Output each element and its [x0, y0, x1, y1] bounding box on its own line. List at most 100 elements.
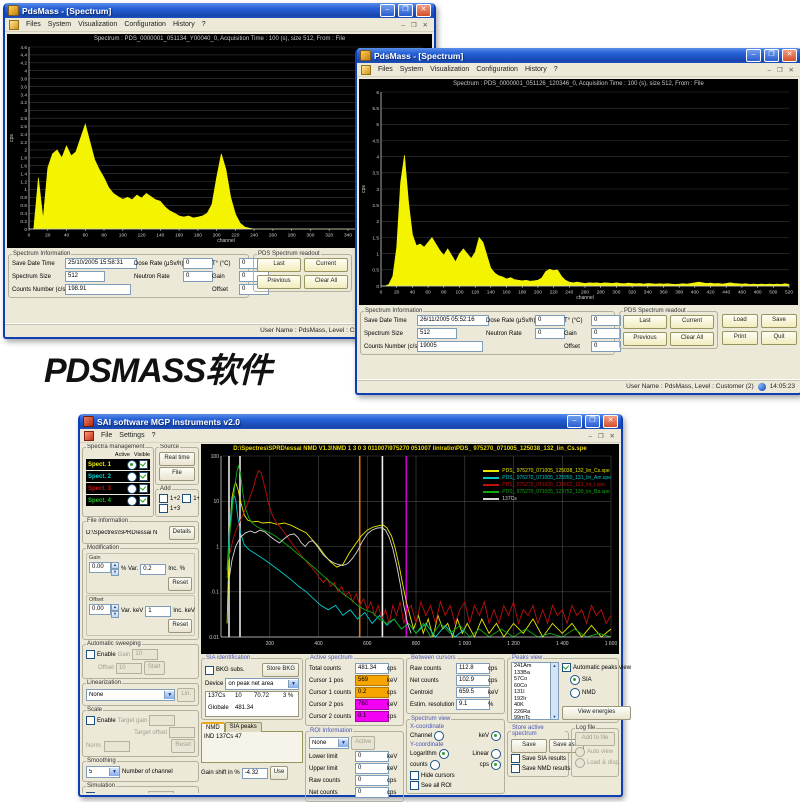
details-button[interactable]: Details: [169, 526, 195, 540]
x-channel-radio[interactable]: [434, 731, 444, 741]
quit-button[interactable]: Quit: [761, 331, 797, 345]
menu-help[interactable]: ?: [202, 21, 206, 28]
x-kev-radio[interactable]: [491, 731, 501, 741]
menu-help[interactable]: ?: [152, 432, 156, 439]
minimize-button[interactable]: –: [380, 4, 395, 17]
menu-configuration[interactable]: Configuration: [476, 66, 518, 73]
gain-stepper[interactable]: 0.00▲▼: [89, 562, 119, 576]
gain-reset-button[interactable]: Reset: [168, 577, 192, 591]
last-button[interactable]: Last: [623, 315, 667, 329]
spectrum-1-active-radio[interactable]: [127, 460, 137, 470]
menu-configuration[interactable]: Configuration: [124, 21, 166, 28]
neutron-rate-field[interactable]: 0: [535, 328, 565, 339]
last-button[interactable]: Last: [257, 258, 301, 272]
menu-visualization[interactable]: Visualization: [78, 21, 117, 28]
menu-visualization[interactable]: Visualization: [430, 66, 469, 73]
counts-number-field[interactable]: 198.91: [65, 284, 131, 295]
save-button[interactable]: Save: [761, 314, 797, 328]
add-1plus3-checkbox[interactable]: [159, 504, 168, 513]
offset-reset-button[interactable]: Reset: [168, 619, 192, 633]
previous-button[interactable]: Previous: [257, 275, 301, 289]
spectrum-row-1[interactable]: Spect. 1: [86, 459, 150, 470]
peaks-listbox[interactable]: 241Am133Ba57Co60Co131I192Ir40K226Ra99mTc…: [511, 662, 559, 720]
roi-lower-limit-field[interactable]: 0: [355, 751, 389, 762]
save-sia-results-checkbox[interactable]: [511, 754, 520, 763]
roi-upper-limit-field[interactable]: 0: [355, 763, 389, 774]
nmd-radio[interactable]: [570, 688, 580, 698]
device-select[interactable]: on peak net area▼: [225, 678, 299, 690]
restore-button[interactable]: ❐: [398, 4, 413, 17]
spectrum-size-field[interactable]: 512: [417, 328, 457, 339]
dose-rate-field[interactable]: 0: [535, 315, 565, 326]
close-button[interactable]: ✕: [603, 415, 618, 428]
y-linear-radio[interactable]: [491, 749, 501, 759]
y-counts-radio[interactable]: [430, 760, 440, 770]
menu-history[interactable]: History: [525, 66, 547, 73]
save-date-field[interactable]: 25/10/2005 15:58:31: [65, 258, 137, 269]
linearization-select[interactable]: None▼: [86, 689, 175, 701]
use-button[interactable]: Use: [270, 766, 289, 780]
clear-all-button[interactable]: Clear All: [304, 275, 348, 289]
add-1plus4-checkbox[interactable]: [182, 494, 191, 503]
print-button[interactable]: Print: [722, 331, 758, 345]
spectrum-row-2[interactable]: Spect. 2: [86, 471, 150, 482]
tab-nmd[interactable]: NMD: [201, 722, 225, 732]
peaks-list-item[interactable]: 99mTc: [512, 715, 551, 720]
bkg-subs-checkbox[interactable]: [205, 666, 214, 675]
menu-history[interactable]: History: [173, 21, 195, 28]
tab-sia-peaks[interactable]: SIA peaks: [225, 722, 262, 732]
close-button[interactable]: ✕: [416, 4, 431, 17]
titlebar[interactable]: PdsMass - [Spectrum] – ❐ ✕: [357, 48, 800, 63]
mdi-controls[interactable]: – ❐ ✕: [588, 432, 617, 440]
minimize-button[interactable]: –: [746, 49, 761, 62]
menu-settings[interactable]: Settings: [119, 432, 144, 439]
sia-radio[interactable]: [570, 675, 580, 685]
menu-file[interactable]: File: [101, 432, 112, 439]
gain-field[interactable]: 0: [591, 328, 621, 339]
real-time-button[interactable]: Real time: [159, 452, 195, 466]
clear-all-button[interactable]: Clear All: [670, 332, 714, 346]
close-button[interactable]: ✕: [782, 49, 797, 62]
hide-cursors-checkbox[interactable]: [410, 771, 419, 780]
spectrum-3-active-radio[interactable]: [127, 484, 137, 494]
roi-select[interactable]: None▼: [309, 737, 349, 749]
titlebar[interactable]: PdsMass - [Spectrum] – ❐ ✕: [5, 3, 434, 18]
save-spectrum-button[interactable]: Save: [511, 739, 547, 753]
current-button[interactable]: Current: [304, 258, 348, 272]
multi-spectrum-plot[interactable]: D:\Spectres\SPRD\essai NMD V1.3\NMD 1 3 …: [201, 444, 619, 654]
menu-system[interactable]: System: [48, 21, 71, 28]
restore-button[interactable]: ❐: [585, 415, 600, 428]
counts-number-field[interactable]: 19005: [417, 341, 483, 352]
menu-system[interactable]: System: [400, 66, 423, 73]
gain-shift-field[interactable]: -4.32: [242, 768, 268, 779]
temp-field[interactable]: 0: [591, 315, 621, 326]
menu-help[interactable]: ?: [554, 66, 558, 73]
menu-files[interactable]: Files: [26, 21, 41, 28]
peaks-list-scrollbar[interactable]: ▲▼: [550, 663, 558, 719]
simulation-enable-checkbox[interactable]: [86, 792, 95, 793]
offset-field[interactable]: 0: [591, 341, 621, 352]
spectrum-size-field[interactable]: 512: [65, 271, 105, 282]
gain-increment-field[interactable]: 0.2: [140, 564, 166, 575]
store-bkg-button[interactable]: Store BKG: [262, 663, 299, 677]
save-nmd-results-checkbox[interactable]: [511, 764, 520, 773]
neutron-rate-field[interactable]: 0: [183, 271, 213, 282]
sweeping-enable-checkbox[interactable]: [86, 650, 95, 659]
previous-button[interactable]: Previous: [623, 332, 667, 346]
spectrum-4-visible-checkbox[interactable]: [139, 496, 148, 505]
automatic-peaks-view-checkbox[interactable]: [562, 663, 571, 672]
load-button[interactable]: Load: [722, 314, 758, 328]
smoothing-select[interactable]: 5▼: [86, 766, 120, 778]
dose-rate-field[interactable]: 0: [183, 258, 213, 269]
spectrum-row-4[interactable]: Spect. 4: [86, 495, 150, 506]
scale-enable-checkbox[interactable]: [86, 716, 95, 725]
view-energies-button[interactable]: View energies: [562, 706, 631, 720]
spectrum-4-active-radio[interactable]: [127, 496, 137, 506]
menu-files[interactable]: Files: [378, 66, 393, 73]
mdi-controls[interactable]: – ❐ ✕: [767, 66, 796, 74]
file-button[interactable]: File: [159, 467, 195, 481]
y-cps-radio[interactable]: [491, 760, 501, 770]
offset-increment-field[interactable]: 1: [145, 606, 171, 617]
minimize-button[interactable]: –: [567, 415, 582, 428]
add-1plus2-checkbox[interactable]: [159, 494, 168, 503]
